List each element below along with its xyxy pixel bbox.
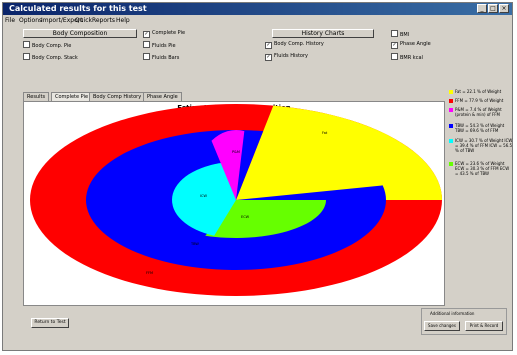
legend-swatch [449,90,453,94]
fluids-history-checkbox[interactable]: ✓ Fluids History [265,53,308,61]
tab-results[interactable]: Results [23,92,50,101]
history-charts-button[interactable]: History Charts [272,29,374,38]
checkbox-box[interactable]: ✓ [265,54,272,61]
bmr-kcal-checkbox[interactable]: BMR kcal [391,53,423,62]
body-composition-button[interactable]: Body Composition [23,29,137,38]
checkbox-box[interactable] [143,41,150,48]
checkbox-box[interactable] [23,41,30,48]
checkbox-box[interactable]: ✓ [265,42,272,49]
fluids-bars-checkbox[interactable]: Fluids Bars [143,53,179,62]
chart-panel: Estimated Body Composition Fat FFM TBW I… [23,101,445,306]
complete-pie-checkbox[interactable]: ✓ Complete Pie [143,30,185,38]
tbw-label: TBW [190,242,199,246]
legend-swatch [449,108,453,112]
body-comp-pie-checkbox[interactable]: Body Comp. Pie [23,41,71,50]
menu-options[interactable]: Options [19,16,42,26]
checkbox-box[interactable]: ✓ [143,31,150,38]
close-button[interactable]: × [499,4,509,13]
menu-quickreports[interactable]: QuickReports [75,16,115,26]
print-record-button[interactable]: Print & Record [465,321,503,331]
fat-label: Fat [322,131,328,135]
phase-angle-checkbox[interactable]: ✓ Phase Angle [391,41,431,49]
title-bar: Calculated results for this test _ □ × [3,3,512,15]
checkbox-box[interactable] [143,53,150,60]
legend-swatch [449,99,453,103]
bmi-checkbox[interactable]: BMI [391,30,409,39]
menu-bar: File Options Import/Export QuickReports … [3,16,512,26]
checkbox-box[interactable] [23,53,30,60]
checkbox-box[interactable] [391,30,398,37]
menu-help[interactable]: Help [116,16,130,26]
body-composition-chart: Estimated Body Composition Fat FFM TBW I… [30,104,442,296]
tab-phase-angle[interactable]: Phase Angle [143,92,182,101]
legend-swatch [449,139,453,143]
fluids-pie-checkbox[interactable]: Fluids Pie [143,41,176,50]
minimize-button[interactable]: _ [477,4,487,13]
ffm-label: FFM [146,271,153,275]
pm-label: P&M [232,150,240,154]
app-window: Calculated results for this test _ □ × F… [2,2,513,351]
window-title: Calculated results for this test [9,4,147,13]
save-changes-button[interactable]: Save changes [424,321,460,331]
maximize-button[interactable]: □ [488,4,498,13]
checkbox-box[interactable]: ✓ [391,42,398,49]
body-comp-history-checkbox[interactable]: ✓ Body Comp. History [265,41,324,49]
ecw-label: ECW [241,215,250,219]
additional-info-label: Additional information [430,311,475,316]
tab-complete-pie[interactable]: Complete Pie [51,92,93,101]
additional-info-panel: Additional information Save changes Prin… [421,308,507,335]
checkbox-box[interactable] [391,53,398,60]
body-comp-stack-checkbox[interactable]: Body Comp. Stack [23,53,78,62]
menu-file[interactable]: File [5,16,15,26]
legend-swatch [449,162,453,166]
icw-label: ICW [200,194,207,198]
legend-swatch [449,124,453,128]
tab-body-comp-history[interactable]: Body Comp History [89,92,146,101]
return-to-test-button[interactable]: Return to Test [31,318,69,328]
